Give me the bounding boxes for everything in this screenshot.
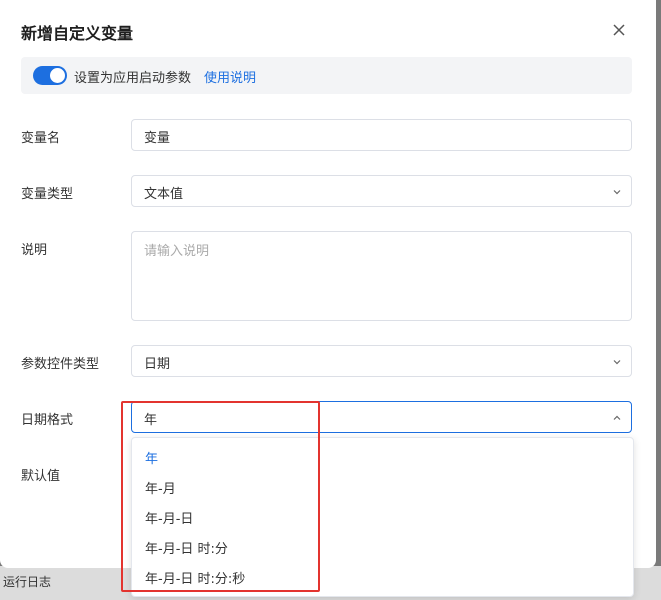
default-value-label: 默认值 [21, 469, 61, 484]
dialog-title: 新增自定义变量 [21, 24, 134, 43]
dropdown-option-year[interactable]: 年 [132, 442, 633, 472]
chevron-down-icon [613, 360, 621, 365]
dropdown-option-date-hour-minute[interactable]: 年-月-日 时:分 [132, 532, 633, 562]
date-format-value: 年 [144, 413, 158, 428]
control-type-label: 参数控件类型 [21, 357, 100, 372]
close-button[interactable] [609, 20, 629, 40]
startup-param-banner: 设置为应用启动参数 使用说明 [21, 57, 632, 94]
toggle-knob [50, 68, 65, 83]
description-textarea[interactable]: 请输入说明 [131, 231, 632, 321]
description-label: 说明 [21, 243, 48, 258]
control-type-value: 日期 [144, 357, 171, 372]
variable-name-label: 变量名 [21, 131, 61, 146]
chevron-up-icon [613, 415, 621, 420]
date-format-label: 日期格式 [21, 413, 74, 428]
description-placeholder: 请输入说明 [144, 244, 210, 259]
dropdown-option-year-month[interactable]: 年-月 [132, 472, 633, 502]
run-log-tab[interactable]: 运行日志 [3, 573, 51, 590]
variable-type-label: 变量类型 [21, 187, 74, 202]
banner-text: 设置为应用启动参数 [74, 71, 192, 86]
startup-param-toggle[interactable] [33, 66, 67, 85]
chevron-down-icon [613, 190, 621, 195]
close-icon [613, 24, 625, 36]
date-format-select[interactable]: 年 [131, 401, 632, 433]
variable-type-value: 文本值 [144, 187, 184, 202]
dropdown-option-date-hour-minute-second[interactable]: 年-月-日 时:分:秒 [132, 562, 633, 592]
usage-link[interactable]: 使用说明 [204, 67, 256, 86]
variable-type-select[interactable]: 文本值 [131, 175, 632, 207]
control-type-select[interactable]: 日期 [131, 345, 632, 377]
variable-name-input[interactable]: 变量 [131, 119, 632, 151]
dropdown-option-year-month-day[interactable]: 年-月-日 [132, 502, 633, 532]
date-format-dropdown: 年 年-月 年-月-日 年-月-日 时:分 年-月-日 时:分:秒 [131, 437, 634, 597]
variable-name-value: 变量 [144, 131, 171, 146]
